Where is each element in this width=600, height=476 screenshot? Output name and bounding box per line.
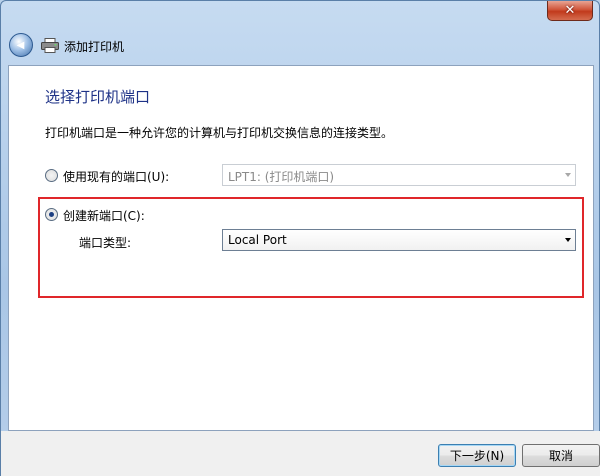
highlight-annotation [38, 197, 584, 298]
back-arrow-icon: ◀ [16, 39, 25, 51]
back-button[interactable]: ◀ [9, 33, 33, 57]
close-icon: ✕ [564, 3, 576, 18]
wizard-content: 选择打印机端口 打印机端口是一种允许您的计算机与打印机交换信息的连接类型。 使用… [8, 65, 594, 431]
window-title: 添加打印机 [64, 40, 125, 54]
wizard-footer: 下一步(N) 取消 [1, 431, 600, 476]
existing-port-value: LPT1: (打印机端口) [228, 170, 335, 184]
navigation-bar: ◀ 添加打印机 [1, 25, 600, 65]
page-description: 打印机端口是一种允许您的计算机与打印机交换信息的连接类型。 [45, 126, 394, 140]
printer-icon [41, 38, 59, 53]
existing-port-label[interactable]: 使用现有的端口(U): [63, 168, 169, 185]
next-button[interactable]: 下一步(N) [438, 444, 516, 467]
next-button-label: 下一步(N) [449, 449, 505, 463]
window-frame: ✕ ◀ 添加打印机 选择打印机端口 打印机端口是一种允许您的计算机与打印机交换信… [0, 0, 600, 476]
page-heading: 选择打印机端口 [45, 88, 151, 106]
cancel-button[interactable]: 取消 [522, 444, 600, 467]
cancel-button-label: 取消 [548, 449, 573, 463]
existing-port-radio[interactable] [45, 169, 58, 182]
existing-port-select: LPT1: (打印机端口) [222, 164, 576, 186]
close-button[interactable]: ✕ [547, 1, 593, 21]
chevron-down-icon [565, 173, 571, 177]
